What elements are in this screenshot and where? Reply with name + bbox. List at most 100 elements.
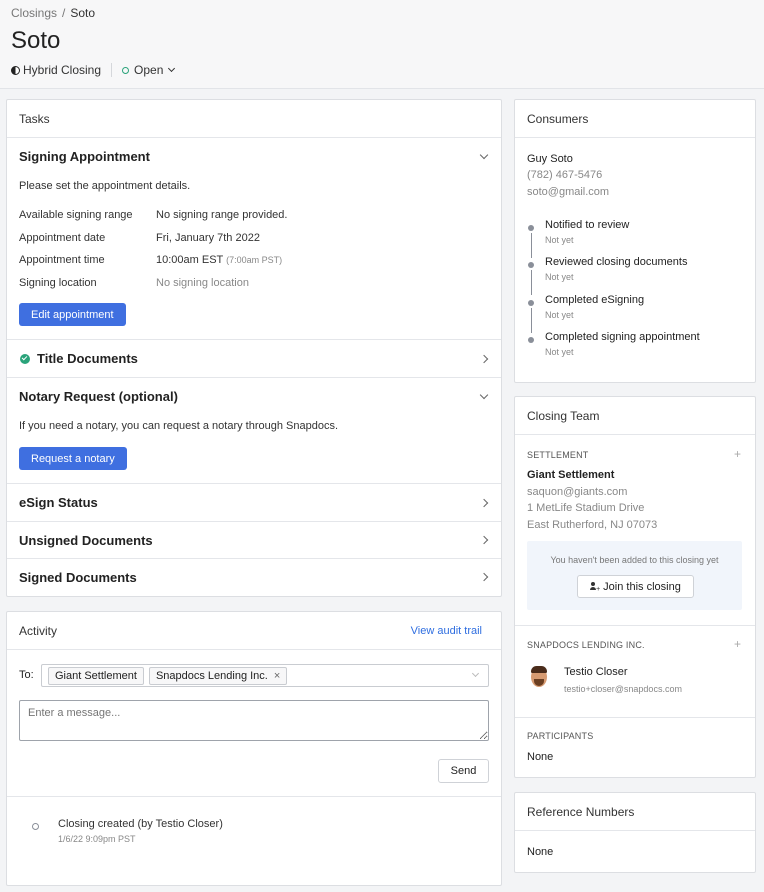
timeline-label: Notified to review: [545, 219, 630, 231]
remove-recipient-icon[interactable]: ×: [274, 670, 280, 682]
closing-type: Hybrid Closing: [23, 63, 102, 77]
timeline-label: Completed eSigning: [545, 294, 645, 306]
chevron-down-icon[interactable]: [479, 390, 489, 400]
recipient-name: Giant Settlement: [55, 669, 137, 682]
status-open-icon: [122, 66, 130, 74]
join-notice-box: You haven't been added to this closing y…: [527, 541, 742, 610]
settlement-section-label: SETTLEMENT: [527, 450, 589, 460]
timeline-dot: [528, 300, 534, 306]
timeline-label: Completed signing appointment: [545, 331, 700, 343]
event-text: Closing created (by Testio Closer): [58, 818, 223, 830]
request-notary-button[interactable]: Request a notary: [19, 447, 127, 470]
appointment-time-pst: (7:00am PST): [226, 255, 283, 265]
meta-divider: [111, 63, 113, 77]
tasks-header: Tasks: [7, 100, 501, 138]
notary-request-title[interactable]: Notary Request (optional): [19, 389, 178, 404]
lender-person-email: testio+closer@snapdocs.com: [564, 684, 682, 694]
breadcrumb: Closings / Soto: [11, 6, 95, 20]
settlement-company: Giant Settlement: [527, 469, 615, 481]
timeline-status: Not yet: [545, 235, 574, 245]
recipient-tag: Giant Settlement: [48, 666, 144, 685]
reference-numbers-header: Reference Numbers: [515, 793, 755, 831]
recipient-name: Snapdocs Lending Inc.: [155, 669, 268, 682]
join-closing-label: Join this closing: [603, 580, 681, 593]
esign-status-section[interactable]: eSign Status: [7, 484, 501, 522]
recipients-select[interactable]: Giant Settlement Snapdocs Lending Inc. ×: [41, 664, 489, 687]
add-lender-icon[interactable]: +: [734, 637, 741, 651]
signed-documents-section[interactable]: Signed Documents: [7, 559, 501, 597]
chevron-down-icon[interactable]: [479, 150, 489, 160]
edit-appointment-button[interactable]: Edit appointment: [19, 303, 126, 326]
event-circle-icon: [32, 823, 39, 830]
consumers-card: Consumers Guy Soto (782) 467-5476 soto@g…: [514, 99, 756, 383]
consumer-name: Guy Soto: [527, 153, 573, 165]
join-notice-text: You haven't been added to this closing y…: [550, 555, 719, 565]
settlement-address-line1: 1 MetLife Stadium Drive: [527, 502, 645, 514]
activity-divider: [7, 796, 501, 797]
timeline-dot: [528, 337, 534, 343]
appointment-date-label: Appointment date: [19, 232, 106, 244]
tasks-card: Tasks Signing Appointment Please set the…: [6, 99, 502, 597]
closing-team-card: Closing Team SETTLEMENT + Giant Settleme…: [514, 396, 756, 778]
breadcrumb-closings-link[interactable]: Closings: [11, 6, 57, 20]
consumer-email: soto@gmail.com: [527, 186, 610, 198]
signing-location-value: No signing location: [156, 277, 249, 289]
chevron-right-icon: [479, 535, 489, 545]
consumers-header: Consumers: [515, 100, 755, 138]
view-audit-trail-link[interactable]: View audit trail: [411, 625, 482, 637]
timeline-dot: [528, 225, 534, 231]
page-header: Closings / Soto Soto Hybrid Closing Open: [0, 0, 764, 89]
title-documents-label: Title Documents: [37, 351, 138, 366]
lending-section-label: SNAPDOCS LENDING INC.: [527, 640, 645, 650]
activity-header: Activity View audit trail: [7, 612, 501, 650]
chevron-right-icon: [479, 572, 489, 582]
page-title: Soto: [11, 27, 61, 54]
timeline-connector: [530, 308, 532, 333]
add-settlement-icon[interactable]: +: [734, 447, 741, 461]
avatar: [528, 665, 550, 689]
chevron-down-icon[interactable]: [471, 669, 480, 678]
appointment-date-value: Fri, January 7th 2022: [156, 232, 260, 244]
appointment-time-est: 10:00am EST: [156, 254, 224, 266]
timeline-label: Reviewed closing documents: [545, 256, 688, 268]
settlement-email: saquon@giants.com: [527, 486, 628, 498]
send-button[interactable]: Send: [438, 759, 489, 783]
timeline-status: Not yet: [545, 310, 574, 320]
notary-intro: If you need a notary, you can request a …: [19, 420, 339, 432]
status-dropdown[interactable]: Open: [122, 63, 176, 77]
reference-numbers-value: None: [527, 846, 554, 858]
timeline-connector: [530, 270, 532, 295]
join-closing-button[interactable]: + Join this closing: [577, 575, 694, 598]
signing-intro: Please set the appointment details.: [19, 180, 191, 192]
participants-value: None: [527, 751, 554, 763]
appointment-time-label: Appointment time: [19, 254, 105, 266]
team-divider: [515, 625, 755, 626]
status-label: Open: [134, 63, 164, 77]
unsigned-documents-section[interactable]: Unsigned Documents: [7, 522, 501, 559]
esign-status-label: eSign Status: [19, 495, 98, 510]
activity-card: Activity View audit trail To: Giant Sett…: [6, 611, 502, 886]
signing-location-label: Signing location: [19, 277, 97, 289]
message-input[interactable]: [19, 700, 489, 741]
signing-appointment-title[interactable]: Signing Appointment: [19, 149, 150, 164]
consumer-phone: (782) 467-5476: [527, 169, 603, 181]
timeline-status: Not yet: [545, 272, 574, 282]
activity-title: Activity: [19, 623, 58, 638]
closing-team-header: Closing Team: [515, 397, 755, 435]
signing-range-label: Available signing range: [19, 209, 133, 221]
lender-person-name: Testio Closer: [564, 666, 628, 678]
title-documents-section[interactable]: Title Documents: [7, 340, 501, 378]
participants-section-label: PARTICIPANTS: [527, 731, 594, 741]
settlement-address-line2: East Rutherford, NJ 07073: [527, 519, 658, 531]
signed-documents-label: Signed Documents: [19, 570, 137, 585]
chevron-right-icon: [479, 354, 489, 364]
check-circle-icon: [20, 354, 30, 364]
add-user-icon: +: [590, 582, 600, 593]
event-time: 1/6/22 9:09pm PST: [58, 834, 136, 844]
breadcrumb-separator: /: [62, 6, 66, 20]
signing-range-value: No signing range provided.: [156, 209, 288, 221]
recipient-tag: Snapdocs Lending Inc. ×: [148, 666, 288, 685]
hybrid-closing-icon: [11, 65, 20, 75]
signing-appointment-section: Signing Appointment Please set the appoi…: [7, 138, 501, 340]
reference-numbers-card: Reference Numbers None: [514, 792, 756, 873]
